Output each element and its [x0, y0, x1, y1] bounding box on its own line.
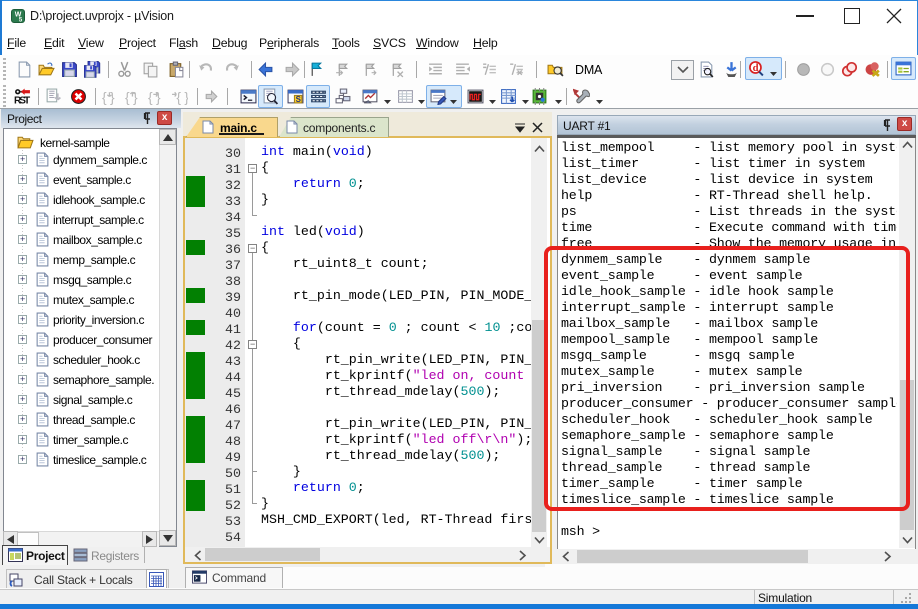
svg-text:RST: RST	[14, 95, 31, 105]
svg-text:{ }: { }	[176, 89, 188, 105]
svg-text:{ }: { }	[148, 89, 161, 105]
svg-text:S: S	[296, 95, 301, 104]
svg-text:{ }: { }	[125, 89, 138, 105]
svg-text:{ }: { }	[102, 89, 115, 105]
svg-text:d: d	[753, 63, 759, 74]
